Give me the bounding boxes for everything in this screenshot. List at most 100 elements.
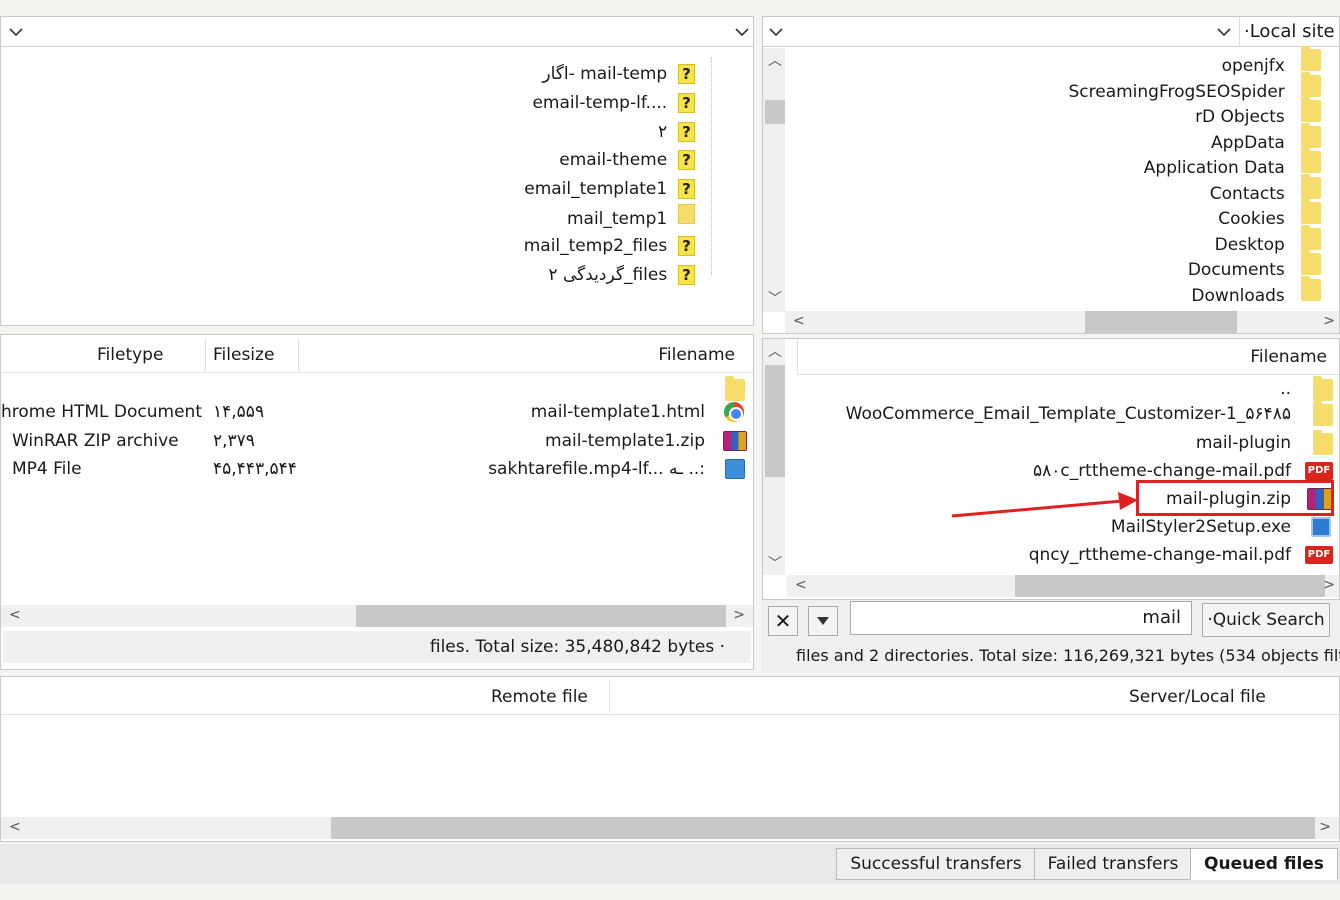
tree-item[interactable]: email-theme ? xyxy=(559,146,695,174)
local-list-hscroll[interactable]: < > xyxy=(787,575,1339,597)
scroll-right-icon[interactable]: > xyxy=(733,608,745,622)
scroll-right-icon[interactable]: > xyxy=(1323,578,1335,592)
scroll-left-icon[interactable]: < xyxy=(793,314,805,328)
scroll-up-icon[interactable]: ︿ xyxy=(768,54,782,68)
chevron-down-icon[interactable] xyxy=(1217,26,1231,38)
local-path-combo[interactable]: ·Local site xyxy=(763,17,1339,47)
column-filetype[interactable]: Filetype xyxy=(97,337,163,373)
folder-icon xyxy=(1301,250,1321,275)
list-item[interactable]: qncy_rttheme-change-mail.pdf PDF xyxy=(787,541,1339,569)
tree-item[interactable]: mail_temp2_files ? xyxy=(524,232,695,260)
tree-item[interactable]: ٢ ? xyxy=(658,118,695,146)
scroll-down-icon[interactable]: ﹀ xyxy=(768,292,782,306)
quick-search-button[interactable]: ·Quick Search xyxy=(1202,603,1330,637)
column-filesize[interactable]: Filesize xyxy=(213,337,274,373)
local-tree-panel: ·Local site ︿ ﹀ < > openjfx ScreamingFro… xyxy=(762,16,1340,334)
scroll-thumb[interactable] xyxy=(1015,575,1325,597)
transfer-queue: Remote file Server/Local file < > xyxy=(0,676,1340,842)
folder-icon xyxy=(1313,430,1333,455)
remote-tree-panel: اگار- mail-temp ? email-temp-lf.... ? ٢ … xyxy=(0,16,754,326)
tab-queued-files[interactable]: Queued files xyxy=(1190,848,1338,880)
scroll-left-icon[interactable]: < xyxy=(9,608,21,622)
column-server-local-file[interactable]: Server/Local file xyxy=(1129,679,1266,715)
column-filename[interactable]: Filename xyxy=(1250,339,1327,375)
tree-item[interactable]: Application Data xyxy=(1144,148,1321,179)
folder-icon xyxy=(1301,97,1321,122)
local-list-vscroll[interactable]: ︿ ﹀ xyxy=(763,339,785,575)
table-row[interactable]: hrome HTML Document ١۴,۵۵٩ mail-template… xyxy=(1,398,753,426)
highlight-box xyxy=(1136,480,1334,516)
column-divider[interactable] xyxy=(298,339,299,371)
video-file-icon xyxy=(725,459,745,479)
folder-icon xyxy=(1301,123,1321,148)
tree-item[interactable]: email_template1 ? xyxy=(524,175,695,203)
folder-icon xyxy=(1301,276,1321,301)
table-row[interactable]: MP4 File ۴۵,۴۴٣,۵۴۴ sakhtarefile.mp4-lf.… xyxy=(1,455,753,483)
queue-hscroll[interactable]: < > xyxy=(1,817,1339,839)
search-input[interactable]: mail xyxy=(850,601,1192,635)
remote-path-combo[interactable] xyxy=(1,17,753,47)
tree-item[interactable]: اگار- mail-temp ? xyxy=(542,60,695,88)
tab-successful-transfers[interactable]: Successful transfers xyxy=(836,848,1036,880)
pdf-icon: PDF xyxy=(1305,546,1333,564)
local-tree-hscroll[interactable]: < > xyxy=(785,311,1339,333)
list-item[interactable]: WooCommerce_Email_Template_Customizer-1_… xyxy=(787,400,1339,428)
triangle-down-icon xyxy=(817,617,829,625)
scroll-thumb[interactable] xyxy=(331,817,1315,839)
scroll-right-icon[interactable]: > xyxy=(1323,314,1335,328)
folder-icon xyxy=(1301,225,1321,250)
scroll-down-icon[interactable]: ﹀ xyxy=(768,557,782,571)
chrome-icon xyxy=(724,402,744,422)
tab-failed-transfers[interactable]: Failed transfers xyxy=(1034,848,1192,880)
column-divider[interactable] xyxy=(609,681,610,713)
tree-item[interactable]: Downloads xyxy=(1191,276,1321,307)
scroll-up-icon[interactable]: ︿ xyxy=(768,345,782,359)
winrar-icon xyxy=(723,431,747,451)
clear-search-button[interactable]: ✕ xyxy=(768,606,798,636)
folder-icon xyxy=(1301,174,1321,199)
pdf-icon: PDF xyxy=(1305,462,1333,480)
column-divider[interactable] xyxy=(205,339,206,371)
local-list-header: Filename xyxy=(797,339,1339,375)
local-tree-vscroll[interactable]: ︿ ﹀ xyxy=(763,48,785,312)
scroll-left-icon[interactable]: < xyxy=(9,820,21,834)
scroll-right-icon[interactable]: > xyxy=(1319,820,1331,834)
table-row[interactable]: WinRAR ZIP archive ٢,٣٧٩ mail-template1.… xyxy=(1,427,753,455)
folder-icon xyxy=(678,204,695,224)
tree-item[interactable]: mail_temp1 xyxy=(567,204,695,232)
scroll-thumb[interactable] xyxy=(765,100,785,124)
local-file-list: ︿ ﹀ Filename .. WooCommerce_Email_Templa… xyxy=(762,338,1340,600)
folder-icon xyxy=(1313,401,1333,426)
chevron-down-icon[interactable] xyxy=(9,26,23,38)
unknown-folder-icon: ? xyxy=(678,93,695,113)
remote-status-bar: files. Total size: 35,480,842 bytes · xyxy=(3,631,751,663)
unknown-folder-icon: ? xyxy=(678,150,695,170)
scroll-thumb[interactable] xyxy=(356,605,726,627)
unknown-folder-icon: ? xyxy=(678,122,695,142)
unknown-folder-icon: ? xyxy=(678,265,695,285)
local-status-bar: files and 2 directories. Total size: 116… xyxy=(762,640,1340,672)
list-item[interactable]: mail-plugin xyxy=(787,429,1339,457)
chevron-down-icon[interactable] xyxy=(769,26,783,38)
unknown-folder-icon: ? xyxy=(678,64,695,84)
local-site-label: ·Local site xyxy=(1239,17,1335,47)
search-options-dropdown[interactable] xyxy=(808,606,838,636)
folder-icon xyxy=(1313,376,1333,401)
folder-icon xyxy=(1301,46,1321,71)
unknown-folder-icon: ? xyxy=(678,179,695,199)
scroll-thumb[interactable] xyxy=(1085,311,1237,333)
remote-file-list: Filetype Filesize Filename hrome HTML Do… xyxy=(0,334,754,670)
remote-list-hscroll[interactable]: < > xyxy=(1,605,753,627)
tree-item[interactable]: گردیدگی ٢_files ? xyxy=(548,261,695,289)
tree-item[interactable]: email-temp-lf.... ? xyxy=(532,89,695,117)
folder-icon xyxy=(1301,199,1321,224)
list-item[interactable]: .. xyxy=(787,375,1339,403)
scroll-thumb[interactable] xyxy=(765,365,785,477)
folder-icon xyxy=(1301,148,1321,173)
scroll-left-icon[interactable]: < xyxy=(795,578,807,592)
chevron-down-icon[interactable] xyxy=(735,26,749,38)
column-filename[interactable]: Filename xyxy=(658,337,735,373)
column-remote-file[interactable]: Remote file xyxy=(491,679,588,715)
tree-item[interactable]: ScreamingFrogSEOSpider xyxy=(1068,72,1321,103)
close-icon: ✕ xyxy=(774,609,792,633)
